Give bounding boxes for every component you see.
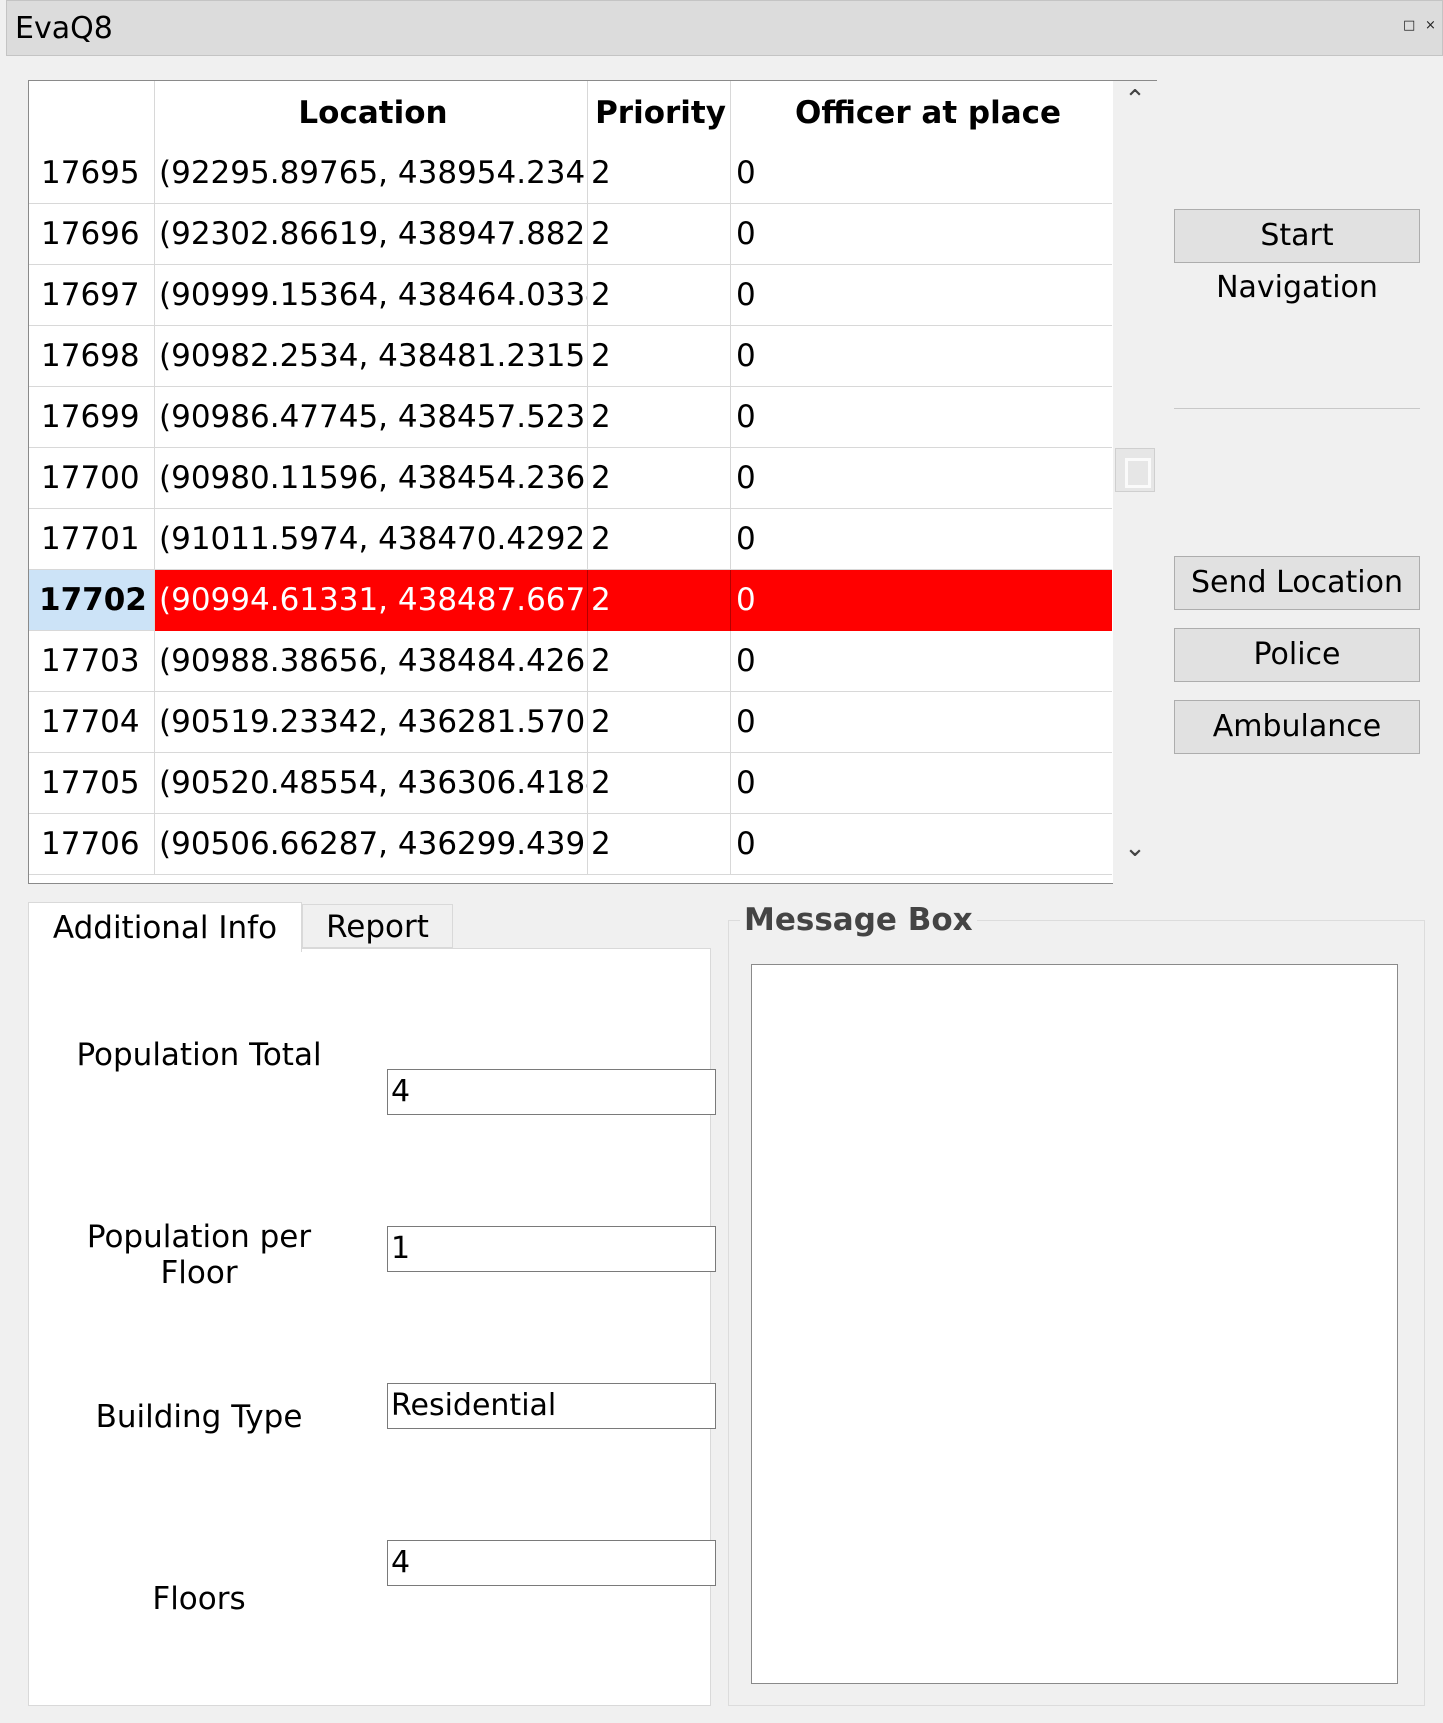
scrollbar-thumb[interactable] [1115,448,1155,492]
priority-cell[interactable]: 2 [588,448,731,509]
priority-cell[interactable]: 2 [588,814,731,875]
priority-cell[interactable]: 2 [588,265,731,326]
population-per-floor-label: Population per Floor [86,1219,312,1291]
table-row[interactable]: 17706 (90506.66287, 436299.4398) 2 0 [29,814,1112,875]
location-cell[interactable]: (92302.86619, 438947.8821) [155,204,588,265]
row-id[interactable]: 17704 [29,692,155,753]
message-box-title: Message Box [740,902,977,938]
police-button[interactable]: Police [1174,628,1420,682]
building-type-label: Building Type [95,1399,303,1435]
table-body: 17695 (92295.89765, 438954.2349) 2 0 17696 (9… [29,143,1112,875]
restore-icon[interactable]: □ [1403,18,1415,33]
officer-cell[interactable]: 0 [731,326,1112,387]
table-grid: Location Priority Officer at place 17695… [29,81,1112,875]
floors-field[interactable]: 4 [387,1540,716,1586]
priority-cell[interactable]: 2 [588,631,731,692]
row-id[interactable]: 17698 [29,326,155,387]
column-header-officer[interactable]: Officer at place [731,81,1112,143]
table-row[interactable]: 17695 (92295.89765, 438954.2349) 2 0 [29,143,1112,204]
separator [1174,408,1420,409]
location-cell[interactable]: (90994.61331, 438487.6678) [155,570,588,631]
floors-label: Floors [152,1581,246,1617]
table-row[interactable]: 17699 (90986.47745, 438457.5237) 2 0 [29,387,1112,448]
table-header: Location Priority Officer at place [29,81,1112,143]
row-id[interactable]: 17702 [29,570,155,631]
table-row[interactable]: 17697 (90999.15364, 438464.0334) 2 0 [29,265,1112,326]
location-cell[interactable]: (90988.38656, 438484.4261) [155,631,588,692]
message-box-area[interactable] [751,964,1398,1684]
officer-cell[interactable]: 0 [731,753,1112,814]
ambulance-button[interactable]: Ambulance [1174,700,1420,754]
table-row[interactable]: 17696 (92302.86619, 438947.8821) 2 0 [29,204,1112,265]
corner-header[interactable] [29,81,155,143]
priority-cell[interactable]: 2 [588,387,731,448]
additional-info-panel: Population Total 4 Population per Floor … [28,948,716,1706]
priority-cell[interactable]: 2 [588,692,731,753]
officer-cell[interactable]: 0 [731,509,1112,570]
officer-cell[interactable]: 0 [731,448,1112,509]
officer-cell[interactable]: 0 [731,387,1112,448]
table-row[interactable]: 17704 (90519.23342, 436281.5707) 2 0 [29,692,1112,753]
row-id[interactable]: 17703 [29,631,155,692]
location-cell[interactable]: (90519.23342, 436281.5707) [155,692,588,753]
priority-cell[interactable]: 2 [588,326,731,387]
window-title: EvaQ8 [15,11,113,46]
send-location-button[interactable]: Send Location [1174,556,1420,610]
location-cell[interactable]: (90520.48554, 436306.4184) [155,753,588,814]
location-cell[interactable]: (92295.89765, 438954.2349) [155,143,588,204]
officer-cell[interactable]: 0 [731,265,1112,326]
location-cell[interactable]: (91011.5974, 438470.4292) [155,509,588,570]
table-row[interactable]: 17701 (91011.5974, 438470.4292) 2 0 [29,509,1112,570]
column-header-location[interactable]: Location [155,81,588,143]
location-cell[interactable]: (90999.15364, 438464.0334) [155,265,588,326]
officer-cell[interactable]: 0 [731,204,1112,265]
row-id[interactable]: 17695 [29,143,155,204]
start-navigation-button[interactable]: Start Navigation [1174,209,1420,305]
tab-report[interactable]: Report [302,904,453,948]
table-row[interactable]: 17702 (90994.61331, 438487.6678) 2 0 [29,570,1112,631]
location-cell[interactable]: (90506.66287, 436299.4398) [155,814,588,875]
priority-cell[interactable]: 2 [588,143,731,204]
scroll-up-icon[interactable]: ⌃ [1113,85,1157,115]
row-id[interactable]: 17706 [29,814,155,875]
row-id[interactable]: 17697 [29,265,155,326]
priority-cell[interactable]: 2 [588,570,731,631]
priority-cell[interactable]: 2 [588,753,731,814]
column-header-priority[interactable]: Priority [588,81,731,143]
location-cell[interactable]: (90980.11596, 438454.2367) [155,448,588,509]
title-bar: EvaQ8 □ × [6,0,1443,56]
priority-cell[interactable]: 2 [588,509,731,570]
row-id[interactable]: 17705 [29,753,155,814]
officer-cell[interactable]: 0 [731,814,1112,875]
officer-cell[interactable]: 0 [731,692,1112,753]
close-icon[interactable]: × [1425,18,1436,33]
row-id[interactable]: 17701 [29,509,155,570]
table-row[interactable]: 17705 (90520.48554, 436306.4184) 2 0 [29,753,1112,814]
table-row[interactable]: 17700 (90980.11596, 438454.2367) 2 0 [29,448,1112,509]
building-type-field[interactable]: Residential [387,1383,716,1429]
table-row[interactable]: 17698 (90982.2534, 438481.2315) 2 0 [29,326,1112,387]
officer-cell[interactable]: 0 [731,143,1112,204]
row-id[interactable]: 17699 [29,387,155,448]
row-id[interactable]: 17696 [29,204,155,265]
population-total-field[interactable]: 4 [387,1069,716,1115]
tab-additional-info[interactable]: Additional Info [28,902,302,952]
officer-cell[interactable]: 0 [731,570,1112,631]
locations-table[interactable]: Location Priority Officer at place 17695… [28,80,1156,884]
row-id[interactable]: 17700 [29,448,155,509]
table-row[interactable]: 17703 (90988.38656, 438484.4261) 2 0 [29,631,1112,692]
location-cell[interactable]: (90982.2534, 438481.2315) [155,326,588,387]
table-vertical-scrollbar[interactable]: ⌃ ⌄ [1113,80,1157,884]
scroll-down-icon[interactable]: ⌄ [1113,833,1157,863]
population-per-floor-field[interactable]: 1 [387,1226,716,1272]
officer-cell[interactable]: 0 [731,631,1112,692]
priority-cell[interactable]: 2 [588,204,731,265]
population-total-label: Population Total [76,1037,322,1073]
location-cell[interactable]: (90986.47745, 438457.5237) [155,387,588,448]
